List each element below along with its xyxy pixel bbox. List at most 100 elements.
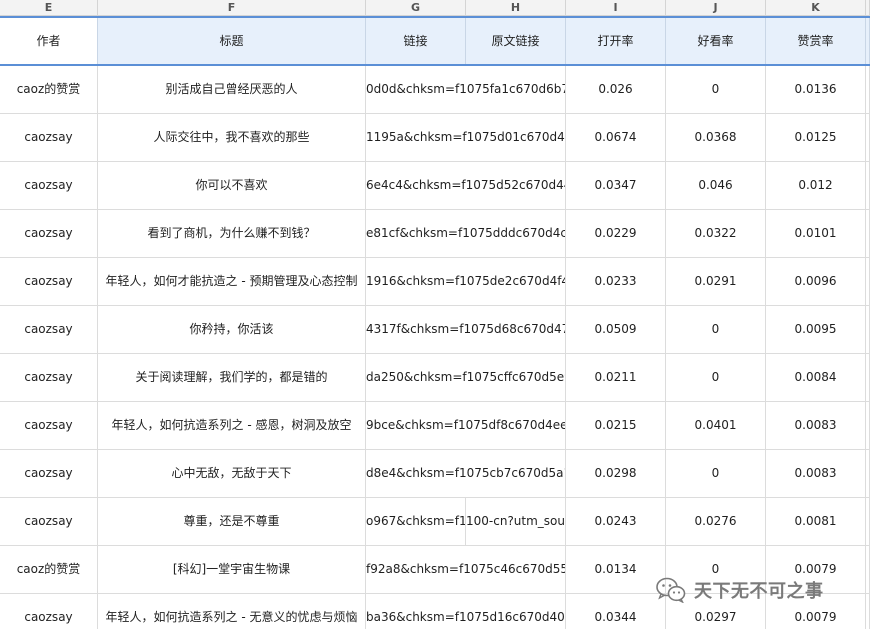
cell-title[interactable]: 你可以不喜欢: [98, 162, 366, 209]
cell-next[interactable]: [866, 210, 870, 257]
cell-title[interactable]: 尊重，还是不尊重: [98, 498, 366, 545]
cell-title[interactable]: 心中无敌，无敌于天下: [98, 450, 366, 497]
column-letter-k[interactable]: K: [766, 0, 866, 16]
cell-next[interactable]: [866, 258, 870, 305]
cell-link[interactable]: 6e4c4&chksm=f1075d52c670d444: [366, 162, 566, 209]
cell-like-rate[interactable]: 0.0401: [666, 402, 766, 449]
cell-reward-rate[interactable]: 0.0125: [766, 114, 866, 161]
cell-title[interactable]: [科幻]一堂宇宙生物课: [98, 546, 366, 593]
cell-author[interactable]: caozsay: [0, 354, 98, 401]
cell-reward-rate[interactable]: 0.0101: [766, 210, 866, 257]
cell-open-rate[interactable]: 0.0215: [566, 402, 666, 449]
cell-title[interactable]: 你矜持，你活该: [98, 306, 366, 353]
cell-author[interactable]: caozsay: [0, 306, 98, 353]
cell-like-rate[interactable]: 0: [666, 306, 766, 353]
cell-open-rate[interactable]: 0.0298: [566, 450, 666, 497]
cell-next[interactable]: [866, 450, 870, 497]
cell-open-rate[interactable]: 0.0344: [566, 594, 666, 629]
column-letter-i[interactable]: I: [566, 0, 666, 16]
cell-next[interactable]: [866, 354, 870, 401]
cell-like-rate[interactable]: 0.0291: [666, 258, 766, 305]
cell-title[interactable]: 年轻人，如何才能抗造之 - 预期管理及心态控制: [98, 258, 366, 305]
cell-link[interactable]: o967&chksm=f107: [366, 498, 466, 545]
cell-like-rate[interactable]: 0: [666, 66, 766, 113]
cell-like-rate[interactable]: 0.0276: [666, 498, 766, 545]
cell-reward-rate[interactable]: 0.0083: [766, 402, 866, 449]
cell-next[interactable]: [866, 306, 870, 353]
cell-open-rate[interactable]: 0.0243: [566, 498, 666, 545]
cell-open-rate[interactable]: 0.0509: [566, 306, 666, 353]
header-link[interactable]: 链接: [366, 18, 466, 64]
cell-reward-rate[interactable]: 0.0083: [766, 450, 866, 497]
cell-link[interactable]: d8e4&chksm=f1075cb7c670d5a1ef: [366, 450, 566, 497]
cell-reward-rate[interactable]: 0.0096: [766, 258, 866, 305]
cell-author[interactable]: caozsay: [0, 450, 98, 497]
cell-link[interactable]: 1195a&chksm=f1075d01c670d4171: [366, 114, 566, 161]
cell-author[interactable]: caozsay: [0, 498, 98, 545]
cell-link-text: da250&chksm=f1075cffc670d5e9f8: [366, 370, 566, 384]
cell-title[interactable]: 人际交往中，我不喜欢的那些: [98, 114, 366, 161]
cell-next[interactable]: [866, 498, 870, 545]
cell-title[interactable]: 关于阅读理解，我们学的，都是错的: [98, 354, 366, 401]
header-original-link[interactable]: 原文链接: [466, 18, 566, 64]
cell-like-rate[interactable]: 0.0368: [666, 114, 766, 161]
cell-link[interactable]: 4317f&chksm=f1075d68c670d47eb: [366, 306, 566, 353]
header-title[interactable]: 标题: [98, 18, 366, 64]
header-next[interactable]: [866, 18, 870, 64]
cell-author[interactable]: caoz的赞赏: [0, 546, 98, 593]
cell-like-rate[interactable]: 0.046: [666, 162, 766, 209]
cell-like-rate[interactable]: 0: [666, 450, 766, 497]
cell-next[interactable]: [866, 162, 870, 209]
header-open-rate[interactable]: 打开率: [566, 18, 666, 64]
cell-link-text: f92a8&chksm=f1075c46c670d5508: [366, 562, 566, 576]
cell-link[interactable]: f92a8&chksm=f1075c46c670d5508: [366, 546, 566, 593]
cell-title[interactable]: 年轻人，如何抗造系列之 - 感恩，树洞及放空: [98, 402, 366, 449]
cell-link[interactable]: da250&chksm=f1075cffc670d5e9f8: [366, 354, 566, 401]
cell-next[interactable]: [866, 594, 870, 629]
cell-open-rate[interactable]: 0.0347: [566, 162, 666, 209]
cell-reward-rate[interactable]: 0.0081: [766, 498, 866, 545]
header-reward-rate[interactable]: 赞赏率: [766, 18, 866, 64]
cell-author[interactable]: caozsay: [0, 210, 98, 257]
cell-reward-rate[interactable]: 0.012: [766, 162, 866, 209]
cell-reward-rate[interactable]: 0.0095: [766, 306, 866, 353]
cell-author[interactable]: caozsay: [0, 594, 98, 629]
cell-open-rate[interactable]: 0.026: [566, 66, 666, 113]
cell-author[interactable]: caozsay: [0, 402, 98, 449]
cell-open-rate[interactable]: 0.0674: [566, 114, 666, 161]
cell-reward-rate[interactable]: 0.0136: [766, 66, 866, 113]
cell-original-link[interactable]: 100-cn?utm_sour: [466, 498, 566, 545]
cell-reward-rate[interactable]: 0.0084: [766, 354, 866, 401]
cell-link[interactable]: 9bce&chksm=f1075df8c670d4ee8f: [366, 402, 566, 449]
cell-next[interactable]: [866, 66, 870, 113]
cell-link[interactable]: 1916&chksm=f1075de2c670d4f41fe: [366, 258, 566, 305]
cell-title[interactable]: 别活成自己曾经厌恶的人: [98, 66, 366, 113]
cell-open-rate[interactable]: 0.0229: [566, 210, 666, 257]
column-letter-g[interactable]: G: [366, 0, 466, 16]
cell-like-rate[interactable]: 0.0322: [666, 210, 766, 257]
cell-link[interactable]: e81cf&chksm=f1075dddc670d4cb8: [366, 210, 566, 257]
column-letter-e[interactable]: E: [0, 0, 98, 16]
column-letter-f[interactable]: F: [98, 0, 366, 16]
column-letter-h[interactable]: H: [466, 0, 566, 16]
cell-link[interactable]: 0d0d&chksm=f1075fa1c670d6b729: [366, 66, 566, 113]
cell-author[interactable]: caozsay: [0, 114, 98, 161]
cell-link[interactable]: ba36&chksm=f1075d16c670d4004: [366, 594, 566, 629]
cell-next[interactable]: [866, 402, 870, 449]
cell-author[interactable]: caozsay: [0, 162, 98, 209]
cell-title[interactable]: 年轻人，如何抗造系列之 - 无意义的忧虑与烦恼: [98, 594, 366, 629]
cell-next[interactable]: [866, 114, 870, 161]
cell-author[interactable]: caoz的赞赏: [0, 66, 98, 113]
header-like-rate[interactable]: 好看率: [666, 18, 766, 64]
column-letter-j[interactable]: J: [666, 0, 766, 16]
cell-open-rate[interactable]: 0.0134: [566, 546, 666, 593]
cell-open-rate[interactable]: 0.0233: [566, 258, 666, 305]
cell-title[interactable]: 看到了商机，为什么赚不到钱？: [98, 210, 366, 257]
cell-author[interactable]: caozsay: [0, 258, 98, 305]
cell-next[interactable]: [866, 546, 870, 593]
cell-open-rate[interactable]: 0.0211: [566, 354, 666, 401]
cell-like-rate[interactable]: 0: [666, 354, 766, 401]
cell-link-text: 0d0d&chksm=f1075fa1c670d6b729: [366, 82, 566, 96]
header-author[interactable]: 作者: [0, 18, 98, 64]
column-letter-next[interactable]: [866, 0, 870, 16]
